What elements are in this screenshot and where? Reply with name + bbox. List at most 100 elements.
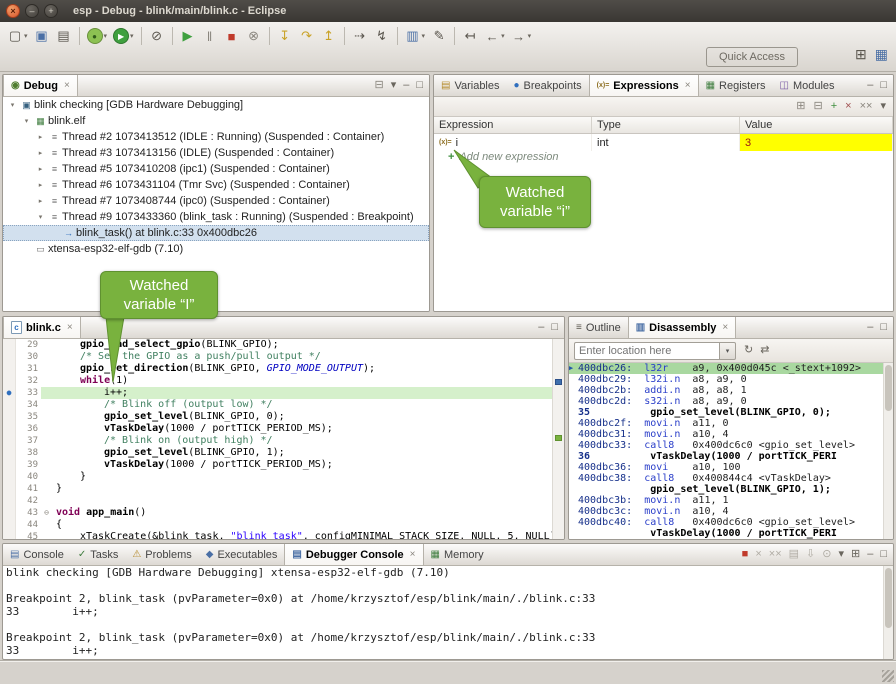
new-wizard-icon[interactable]: ▢: [5, 26, 25, 46]
link-with-editor-icon[interactable]: ⇄: [760, 345, 769, 356]
minimize-icon[interactable]: –: [867, 549, 873, 560]
skip-all-breakpoints-icon[interactable]: ⊘: [147, 26, 167, 46]
marker-bar[interactable]: [3, 435, 16, 447]
resize-grip[interactable]: [882, 670, 894, 682]
quick-access-button[interactable]: Quick Access: [706, 47, 798, 67]
disassembly-row[interactable]: vTaskDelay(1000 / portTICK_PERI: [569, 528, 883, 539]
new-console-view-icon[interactable]: ▥: [403, 26, 423, 46]
terminate-icon[interactable]: ■: [742, 549, 749, 560]
minimize-icon[interactable]: –: [867, 80, 873, 91]
tab-console[interactable]: ▤Console: [3, 544, 71, 565]
debug-tree-item[interactable]: ▾≡Thread #9 1073433360 (blink_task : Run…: [3, 209, 429, 225]
maximize-icon[interactable]: □: [880, 322, 887, 333]
column-header-value[interactable]: Value: [740, 117, 893, 133]
marker-bar[interactable]: [3, 531, 16, 539]
disassembly-row[interactable]: 400dbc29: l32i.n a8, a9, 0: [569, 374, 883, 385]
disconnect-icon[interactable]: ⊗: [244, 26, 264, 46]
tree-expander-icon[interactable]: ▸: [34, 165, 47, 173]
print-icon[interactable]: ▤: [54, 26, 74, 46]
tree-expander-icon[interactable]: ▸: [34, 133, 47, 141]
code-line[interactable]: 44{: [3, 519, 552, 531]
expression-type-cell[interactable]: int: [592, 134, 740, 151]
code-line[interactable]: 37/* Blink on (output high) */: [3, 435, 552, 447]
new-wizard-icon-menu[interactable]: ▾: [24, 32, 28, 40]
disassembly-row[interactable]: 400dbc2b: addi.n a8, a8, 1: [569, 385, 883, 396]
console-output[interactable]: blink checking [GDB Hardware Debugging] …: [6, 566, 883, 659]
debug-perspective-icon[interactable]: ▦: [875, 47, 888, 61]
show-type-names-icon[interactable]: ⊞: [796, 101, 805, 112]
collapse-all-icon[interactable]: ⊟: [814, 101, 823, 112]
tab-blink-c[interactable]: cblink.c×: [3, 317, 81, 338]
run-icon[interactable]: ▶: [113, 28, 129, 44]
disassembly-row[interactable]: 400dbc2f: movi.n a11, 0: [569, 418, 883, 429]
location-dropdown-icon[interactable]: ▾: [720, 342, 736, 360]
debug-tree-item[interactable]: ▸≡Thread #2 1073413512 (IDLE : Running) …: [3, 129, 429, 145]
code-line[interactable]: 45xTaskCreate(&blink_task, "blink_task",…: [3, 531, 552, 539]
disassembly-row[interactable]: 400dbc3c: movi.n a10, 4: [569, 506, 883, 517]
column-header-expression[interactable]: Expression: [434, 117, 592, 133]
code-line[interactable]: 35gpio_set_level(BLINK_GPIO, 0);: [3, 411, 552, 423]
tab-memory[interactable]: ▦Memory: [424, 544, 491, 565]
debug-tree-item[interactable]: ▸≡Thread #6 1073431104 (Tmr Svc) (Suspen…: [3, 177, 429, 193]
marker-bar[interactable]: [3, 507, 16, 519]
tab-outline[interactable]: ≡Outline: [569, 317, 628, 338]
marker-bar[interactable]: [3, 459, 16, 471]
instruction-stepping-icon[interactable]: ⇢: [350, 26, 370, 46]
code-line[interactable]: 36vTaskDelay(1000 / portTICK_PERIOD_MS);: [3, 423, 552, 435]
tab-debugger-console[interactable]: ▤Debugger Console×: [284, 544, 423, 565]
debug-tree-item[interactable]: ▸≡Thread #5 1073410208 (ipc1) (Suspended…: [3, 161, 429, 177]
marker-bar[interactable]: [3, 447, 16, 459]
open-console-icon[interactable]: ⊞: [851, 549, 860, 560]
display-selected-console-icon[interactable]: ▾: [838, 549, 844, 560]
minimize-icon[interactable]: –: [538, 322, 544, 333]
tree-expander-icon[interactable]: ▾: [20, 117, 33, 125]
add-expression-icon[interactable]: +: [831, 101, 837, 112]
marker-bar[interactable]: [3, 339, 16, 351]
run-icon-menu[interactable]: ▾: [130, 32, 134, 40]
debug-tree-item[interactable]: ▾▣blink checking [GDB Hardware Debugging…: [3, 97, 429, 113]
breakpoint-marker-icon[interactable]: ●: [3, 387, 16, 399]
code-line[interactable]: ●33i++;: [3, 387, 552, 399]
code-line[interactable]: 39vTaskDelay(1000 / portTICK_PERIOD_MS);: [3, 459, 552, 471]
disassembly-row[interactable]: ▶400dbc26: l32r a9, 0x400d045c <_stext+1…: [569, 363, 883, 374]
window-close-button[interactable]: ×: [6, 4, 20, 18]
annotation-icon[interactable]: ✎: [429, 26, 449, 46]
console-scrollbar[interactable]: [883, 566, 893, 659]
disassembly-row[interactable]: 400dbc31: movi.n a10, 4: [569, 429, 883, 440]
disassembly-row[interactable]: gpio_set_level(BLINK_GPIO, 1);: [569, 484, 883, 495]
suspend-icon[interactable]: ‖: [200, 26, 220, 46]
marker-bar[interactable]: [3, 411, 16, 423]
marker-bar[interactable]: [3, 483, 16, 495]
save-icon[interactable]: ▣: [32, 26, 52, 46]
step-return-icon[interactable]: ↥: [319, 26, 339, 46]
editor-body[interactable]: 29gpio_pad_select_gpio(BLINK_GPIO);30/* …: [3, 339, 552, 539]
disassembly-row[interactable]: 400dbc2d: s32i.n a8, a9, 0: [569, 396, 883, 407]
step-over-icon[interactable]: ↷: [297, 26, 317, 46]
remove-all-expressions-icon[interactable]: ××: [860, 101, 873, 112]
overview-ruler[interactable]: [552, 339, 564, 539]
debug-tree-item[interactable]: ▭xtensa-esp32-elf-gdb (7.10): [3, 241, 429, 257]
terminate-icon[interactable]: ■: [222, 26, 242, 46]
minimize-icon[interactable]: –: [867, 322, 873, 333]
step-into-icon[interactable]: ↧: [275, 26, 295, 46]
tab-close-icon[interactable]: ×: [64, 80, 70, 91]
code-line[interactable]: 42: [3, 495, 552, 507]
disassembly-row[interactable]: 35 gpio_set_level(BLINK_GPIO, 0);: [569, 407, 883, 418]
tree-expander-icon[interactable]: ▾: [34, 213, 47, 221]
disassembly-row[interactable]: 400dbc38: call8 0x400844c4 <vTaskDelay>: [569, 473, 883, 484]
marker-bar[interactable]: [3, 519, 16, 531]
code-line[interactable]: 41}: [3, 483, 552, 495]
debug-tree-item[interactable]: ▸≡Thread #3 1073413156 (IDLE) (Suspended…: [3, 145, 429, 161]
expression-row[interactable]: (x)= i int 3: [434, 134, 893, 151]
drop-to-frame-icon[interactable]: ↯: [372, 26, 392, 46]
last-edit-location-icon[interactable]: ↤: [460, 26, 480, 46]
open-perspective-icon[interactable]: ⊞: [855, 47, 867, 61]
marker-bar[interactable]: [3, 471, 16, 483]
code-line[interactable]: 38gpio_set_level(BLINK_GPIO, 1);: [3, 447, 552, 459]
debug-icon[interactable]: ●: [87, 28, 103, 44]
back-icon[interactable]: ←: [482, 26, 502, 46]
resume-icon[interactable]: ▶: [178, 26, 198, 46]
debug-tree-item[interactable]: ▸≡Thread #7 1073408744 (ipc0) (Suspended…: [3, 193, 429, 209]
tab-modules[interactable]: ◫Modules: [772, 75, 841, 96]
new-console-view-icon-menu[interactable]: ▾: [422, 32, 426, 40]
